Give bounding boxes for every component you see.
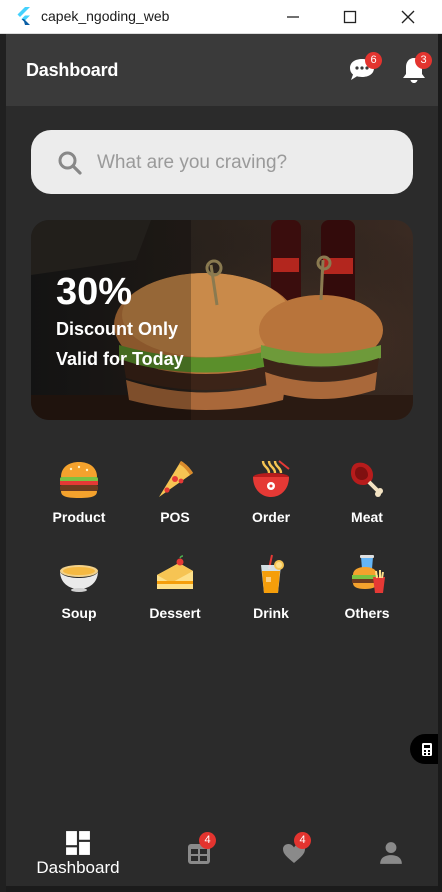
category-meat[interactable]: Meat bbox=[319, 457, 415, 537]
search-input[interactable] bbox=[95, 144, 399, 182]
banner-line-2: Valid for Today bbox=[56, 349, 184, 369]
meat-icon bbox=[351, 462, 383, 497]
banner-discount-percent: 30% bbox=[56, 271, 133, 313]
promo-banner[interactable]: 30% Discount Only Valid for Today bbox=[31, 220, 413, 420]
category-label: POS bbox=[160, 509, 190, 525]
cake-icon bbox=[157, 555, 193, 589]
nav-favorites[interactable]: 4 bbox=[279, 832, 311, 886]
category-label: Dessert bbox=[149, 605, 201, 621]
category-order[interactable]: Order bbox=[223, 457, 319, 537]
burger-icon bbox=[60, 462, 98, 498]
noodle-bowl-icon bbox=[253, 460, 290, 497]
category-others[interactable]: Others bbox=[319, 553, 415, 633]
category-pos[interactable]: POS bbox=[127, 457, 223, 537]
dashboard-icon bbox=[66, 831, 90, 855]
category-dessert[interactable]: Dessert bbox=[127, 553, 223, 633]
maximize-icon bbox=[343, 10, 357, 23]
category-soup[interactable]: Soup bbox=[31, 553, 127, 633]
notification-button[interactable]: 3 bbox=[398, 52, 432, 86]
search-bar[interactable] bbox=[31, 130, 413, 194]
nav-profile[interactable] bbox=[376, 840, 406, 886]
category-label: Meat bbox=[351, 509, 383, 525]
nav-orders[interactable]: 4 bbox=[184, 832, 216, 886]
fast-food-icon bbox=[352, 555, 385, 593]
window-title: capek_ngoding_web bbox=[41, 8, 170, 24]
flutter-logo-icon bbox=[17, 7, 30, 25]
favorites-badge: 4 bbox=[294, 832, 311, 849]
close-icon bbox=[401, 10, 415, 23]
calculator-icon bbox=[422, 743, 432, 756]
category-label: Product bbox=[52, 509, 106, 525]
nav-dashboard[interactable]: Dashboard bbox=[28, 830, 128, 886]
close-button[interactable] bbox=[385, 0, 431, 33]
drink-icon bbox=[261, 554, 284, 593]
category-label: Soup bbox=[61, 605, 97, 621]
banner-text: 30% Discount Only Valid for Today bbox=[56, 270, 184, 374]
category-label: Others bbox=[344, 605, 390, 621]
app-root: Dashboard 6 3 What are you craving? 30% … bbox=[6, 34, 438, 886]
category-product[interactable]: Product bbox=[31, 457, 127, 537]
banner-line-1: Discount Only bbox=[56, 319, 179, 339]
app-bar: Dashboard 6 3 bbox=[6, 34, 438, 106]
soup-icon bbox=[60, 565, 98, 592]
category-label: Order bbox=[251, 509, 291, 525]
background-window-edge-right bbox=[438, 34, 442, 892]
notification-badge: 3 bbox=[415, 52, 432, 69]
page-title: Dashboard bbox=[26, 60, 119, 80]
floating-side-button[interactable] bbox=[410, 734, 438, 764]
chat-badge: 6 bbox=[365, 52, 382, 69]
chat-button[interactable]: 6 bbox=[346, 52, 382, 86]
category-label: Drink bbox=[253, 605, 289, 621]
nav-dashboard-label: Dashboard bbox=[36, 858, 120, 877]
minimize-icon bbox=[287, 15, 299, 18]
category-drink[interactable]: Drink bbox=[223, 553, 319, 633]
orders-badge: 4 bbox=[199, 832, 216, 849]
maximize-button[interactable] bbox=[327, 0, 373, 33]
minimize-button[interactable] bbox=[270, 0, 316, 33]
search-icon bbox=[58, 151, 82, 175]
pizza-icon bbox=[159, 461, 193, 497]
bottom-navigation: Dashboard 4 4 bbox=[6, 824, 438, 886]
person-icon bbox=[380, 842, 402, 864]
window-titlebar: capek_ngoding_web bbox=[0, 0, 442, 34]
